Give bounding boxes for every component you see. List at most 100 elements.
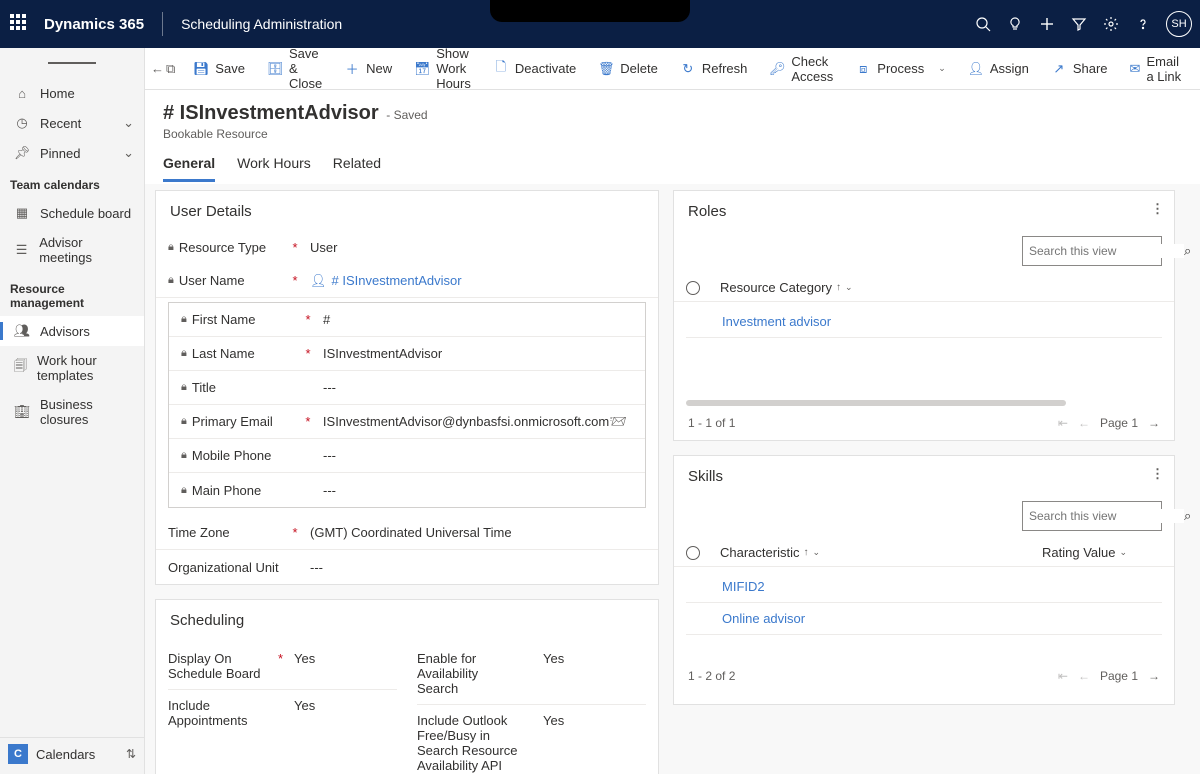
outlook-value[interactable]: Yes (539, 713, 564, 728)
share-button[interactable]: ↗Share (1041, 55, 1118, 83)
help-icon[interactable] (1134, 15, 1152, 33)
lock-icon: 🔒︎ (168, 274, 174, 287)
skill-link[interactable]: Online advisor (722, 611, 805, 626)
tab-general[interactable]: General (163, 155, 215, 182)
nav-advisor-meetings[interactable]: ☰ Advisor meetings (0, 228, 144, 272)
required-indicator (288, 273, 302, 288)
lock-icon: 🔒︎ (181, 484, 187, 497)
first-name-value[interactable]: # (315, 312, 633, 327)
pager-prev-icon[interactable]: ← (1078, 669, 1090, 683)
card-more-icon[interactable]: ⋮ (1151, 466, 1164, 482)
pager-page: Page 1 (1100, 669, 1138, 683)
lock-icon: 🔒︎ (181, 415, 187, 428)
main-phone-value[interactable]: --- (315, 483, 633, 498)
lightbulb-icon[interactable] (1006, 15, 1024, 33)
process-icon: ⧈ (855, 61, 871, 77)
home-icon: ⌂ (14, 85, 30, 101)
open-new-window-button[interactable]: ⧉ (166, 61, 175, 77)
enable-avail-value[interactable]: Yes (539, 651, 564, 666)
skills-row[interactable]: MIFID2 (686, 571, 1162, 603)
tab-related[interactable]: Related (333, 155, 381, 182)
col-characteristic[interactable]: Characteristic↑⌄ (720, 545, 1042, 560)
save-button[interactable]: 💾︎ Save (183, 55, 255, 83)
display-value[interactable]: Yes (290, 651, 315, 666)
timezone-value[interactable]: (GMT) Coordinated Universal Time (302, 525, 646, 540)
email-link-button[interactable]: ✉︎Email a Link (1120, 48, 1195, 90)
area-switcher[interactable]: C Calendars ⇅ (0, 737, 144, 770)
skills-search-input[interactable] (1029, 509, 1184, 523)
roles-row[interactable]: Investment advisor (686, 306, 1162, 338)
search-icon[interactable]: ⌕ (1184, 243, 1191, 259)
deactivate-button[interactable]: 🗋︎Deactivate (483, 55, 586, 83)
process-button[interactable]: ⧈Process⌄ (845, 55, 956, 83)
resource-type-value[interactable]: User (302, 240, 646, 255)
skills-search[interactable]: ⌕ (1022, 501, 1162, 531)
nav-label: Advisor meetings (39, 235, 134, 265)
assign-button[interactable]: 👤︎Assign (958, 55, 1039, 83)
last-name-value[interactable]: ISInvestmentAdvisor (315, 346, 633, 361)
refresh-button[interactable]: ↻Refresh (670, 55, 758, 83)
skills-row[interactable]: Online advisor (686, 603, 1162, 635)
user-detail-group: 🔒︎First Name # 🔒︎Last Name ISInvestmentA… (168, 302, 646, 508)
add-icon[interactable] (1038, 15, 1056, 33)
nav-recent[interactable]: ◷Recent⌄ (0, 108, 144, 138)
flow-button[interactable]: ⟲Flow⌄ (1196, 55, 1200, 83)
nav-pinned[interactable]: 📌︎Pinned⌄ (0, 138, 144, 168)
nav-work-hour-templates[interactable]: 🗐︎Work hour templates (0, 346, 144, 390)
roles-search-input[interactable] (1029, 244, 1184, 258)
app-launcher-icon[interactable] (10, 14, 30, 34)
calendar-icon: 📅︎ (414, 61, 430, 77)
tab-work-hours[interactable]: Work Hours (237, 155, 311, 182)
cmd-label: Email a Link (1146, 54, 1184, 84)
mail-open-icon[interactable]: 📨︎ (609, 413, 627, 430)
field-label: Mobile Phone (192, 448, 272, 463)
list-icon: ☰ (14, 242, 29, 258)
user-name-value[interactable]: 👤︎# ISInvestmentAdvisor (302, 273, 646, 289)
filter-icon[interactable] (1070, 15, 1088, 33)
include-appts-value[interactable]: Yes (290, 698, 315, 713)
search-icon[interactable]: ⌕ (1184, 508, 1191, 524)
pager-next-icon[interactable]: → (1148, 416, 1160, 430)
pin-icon: 📌︎ (14, 145, 30, 161)
check-access-button[interactable]: 🔑︎Check Access (759, 48, 843, 90)
back-button[interactable]: ← (151, 61, 164, 76)
sidebar-toggle-icon[interactable] (0, 54, 144, 72)
field-label: Title (192, 380, 216, 395)
mobile-value[interactable]: --- (315, 448, 633, 463)
pager-first-icon[interactable]: ⇤ (1058, 669, 1068, 683)
save-icon: 💾︎ (193, 61, 209, 77)
skills-count: 1 - 2 of 2 (688, 669, 735, 683)
nav-advisors[interactable]: 👥︎Advisors (0, 316, 144, 346)
pager-prev-icon[interactable]: ← (1078, 416, 1090, 430)
skills-pager: ⇤ ← Page 1 → (1058, 669, 1160, 683)
template-icon: 🗐︎ (14, 360, 27, 376)
cmd-label: Save (215, 61, 245, 76)
settings-icon[interactable] (1102, 15, 1120, 33)
skill-link[interactable]: MIFID2 (722, 579, 765, 594)
required-indicator (301, 346, 315, 361)
nav-schedule-board[interactable]: ▦Schedule board (0, 198, 144, 228)
roles-pager: ⇤ ← Page 1 → (1058, 416, 1160, 430)
pager-first-icon[interactable]: ⇤ (1058, 416, 1068, 430)
email-value[interactable]: ISInvestmentAdvisor@dynbasfsi.onmicrosof… (315, 414, 609, 429)
role-link[interactable]: Investment advisor (722, 314, 831, 329)
nav-business-closures[interactable]: 🏢︎Business closures (0, 390, 144, 434)
col-resource-category[interactable]: Resource Category↑⌄ (720, 280, 853, 295)
new-button[interactable]: ＋New (334, 55, 402, 83)
required-indicator (288, 525, 302, 540)
col-rating-value[interactable]: Rating Value⌄ (1042, 545, 1162, 560)
delete-button[interactable]: 🗑︎Delete (588, 55, 668, 83)
user-details-card: User Details 🔒︎Resource Type User 🔒︎User… (155, 190, 659, 585)
nav-home[interactable]: ⌂ Home (0, 78, 144, 108)
select-all-radio[interactable] (686, 281, 700, 295)
nav-label: Home (40, 86, 75, 101)
select-all-radio[interactable] (686, 546, 700, 560)
roles-search[interactable]: ⌕ (1022, 236, 1162, 266)
card-more-icon[interactable]: ⋮ (1151, 201, 1164, 217)
search-icon[interactable] (974, 15, 992, 33)
org-value[interactable]: --- (302, 560, 646, 575)
pager-next-icon[interactable]: → (1148, 669, 1160, 683)
user-avatar[interactable]: SH (1166, 11, 1192, 37)
sort-asc-icon: ↑ (836, 282, 841, 293)
title-value[interactable]: --- (315, 380, 633, 395)
